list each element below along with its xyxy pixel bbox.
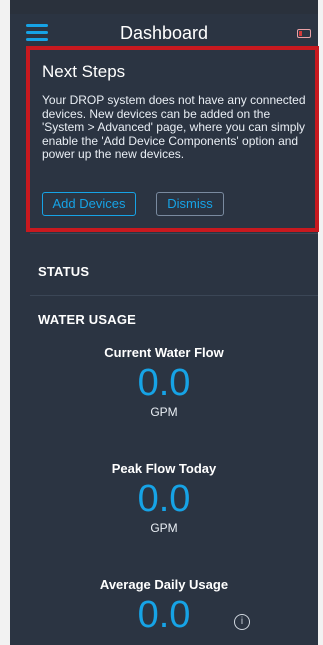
metric-unit: GPM [150,405,178,419]
water-usage-section-label: WATER USAGE [38,312,137,327]
next-steps-card: Next Steps Your DROP system does not hav… [26,46,319,232]
status-bar [10,0,318,14]
peak-flow-today-metric: Peak Flow Today 0.0 GPM [10,461,318,535]
battery-icon [297,29,311,38]
status-section-label: STATUS [38,264,90,279]
metric-value: 0.0 [137,362,191,404]
page-title: Dashboard [119,23,209,43]
metric-value: 0.0 [137,594,191,636]
divider [30,295,318,296]
average-daily-usage-metric: Average Daily Usage 0.0 [10,577,318,635]
metric-unit: GPM [150,521,178,535]
current-water-flow-metric: Current Water Flow 0.0 GPM [10,345,318,419]
add-devices-button[interactable]: Add Devices [42,192,136,216]
info-icon[interactable]: i [234,614,250,630]
dismiss-button[interactable]: Dismiss [156,192,224,216]
card-title: Next Steps [42,62,126,81]
metric-title: Average Daily Usage [99,577,229,592]
metric-value: 0.0 [137,478,191,520]
card-body: Your DROP system does not have any conne… [42,93,306,161]
divider [30,233,318,234]
metric-title: Peak Flow Today [111,461,217,476]
metric-title: Current Water Flow [104,345,224,360]
